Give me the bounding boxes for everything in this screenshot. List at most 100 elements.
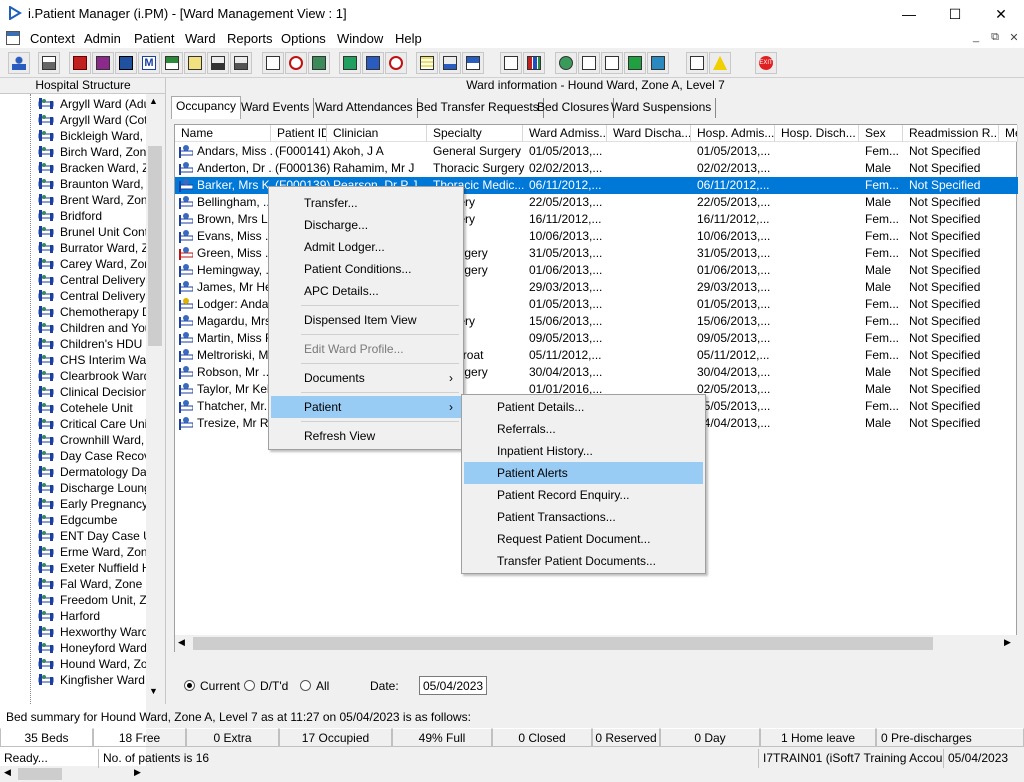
book-button[interactable] [69, 52, 91, 74]
ward-tree-item[interactable]: Central Delivery S [38, 272, 146, 288]
ward-tree-item[interactable]: Honeyford Ward, [38, 640, 146, 656]
column-hosp-admission[interactable]: Hosp. Admis... [691, 125, 775, 142]
menu-item-documents[interactable]: Documents › [271, 367, 461, 389]
documents-button[interactable] [362, 52, 384, 74]
column-hosp-discharge[interactable]: Hosp. Disch... [775, 125, 859, 142]
column-sex[interactable]: Sex [859, 125, 903, 142]
ward-tree-item[interactable]: Birch Ward, Zone [38, 144, 146, 160]
exit-button[interactable]: EXIT [755, 52, 777, 74]
ward-tree-item[interactable]: Clinical Decision U [38, 384, 146, 400]
ward-tree-item[interactable]: Braunton Ward, Z [38, 176, 146, 192]
check-form-button[interactable] [578, 52, 600, 74]
verify-button[interactable] [601, 52, 623, 74]
tab-bed-transfer-requests[interactable]: Bed Transfer Requests [412, 98, 544, 118]
menu-window[interactable]: Window [337, 31, 383, 46]
warning-button[interactable] [709, 52, 731, 74]
ward-tree-item[interactable]: Bracken Ward, Z [38, 160, 146, 176]
ward-tree-item[interactable]: Fal Ward, Zone E [38, 576, 146, 592]
column-ward-admission[interactable]: Ward Admiss... [523, 125, 607, 142]
ward-tree-item[interactable]: Bickleigh Ward, Z [38, 128, 146, 144]
column-more[interactable]: Me [999, 125, 1018, 142]
table-row[interactable]: Andars, Miss ... (F000141) Akoh, J A Genera… [175, 143, 1018, 160]
clock-button[interactable] [285, 52, 307, 74]
menu-options[interactable]: Options [281, 31, 326, 46]
bed-patient-button[interactable] [462, 52, 484, 74]
menu-admin[interactable]: Admin [84, 31, 121, 46]
ward-tree-item[interactable]: CHS Interim Ward [38, 352, 146, 368]
records-button[interactable] [92, 52, 114, 74]
mdi-close-button[interactable]: ✕ [1006, 31, 1022, 45]
bed-button[interactable] [439, 52, 461, 74]
ward-tree-item[interactable]: Hound Ward, Zon [38, 656, 146, 672]
current-radio[interactable] [184, 680, 195, 691]
tab-ward-suspensions[interactable]: Ward Suspensions [607, 98, 717, 118]
scroll-thumb[interactable] [193, 637, 933, 650]
menu-ward[interactable]: Ward [185, 31, 216, 46]
swap-button[interactable] [686, 52, 708, 74]
clinician-button[interactable] [161, 52, 183, 74]
ward-tree-item[interactable]: ENT Day Case U [38, 528, 146, 544]
ward-tree-item[interactable]: Bridford [38, 208, 146, 224]
ward-tree-item[interactable]: Erme Ward, Zone [38, 544, 146, 560]
stats-button[interactable] [523, 52, 545, 74]
tab-ward-events[interactable]: Ward Events [237, 98, 315, 118]
ward-tree-item[interactable]: Dermatology Day [38, 464, 146, 480]
ward-tree-item[interactable]: Day Case Recov [38, 448, 146, 464]
notes-button[interactable] [184, 52, 206, 74]
list-button[interactable] [416, 52, 438, 74]
all-radio[interactable] [300, 680, 311, 691]
view-button[interactable] [115, 52, 137, 74]
ward-tree-item[interactable]: Clearbrook Ward, [38, 368, 146, 384]
ward-tree-item[interactable]: Argyll Ward (Adul [38, 96, 146, 112]
ward-tree-item[interactable]: Critical Care Unit [38, 416, 146, 432]
ward-tree-item[interactable]: Discharge Loung [38, 480, 146, 496]
mdi-child-icon[interactable] [6, 31, 20, 45]
ward-tree[interactable]: Argyll Ward (Adul Argyll Ward (Cots Bickle… [0, 94, 146, 766]
scroll-thumb[interactable] [148, 146, 162, 346]
ward-tree-item[interactable]: Brent Ward, Zone [38, 192, 146, 208]
menu-item-discharge[interactable]: Discharge... [271, 214, 461, 236]
submenu-item-patient-details[interactable]: Patient Details... [464, 396, 703, 418]
ward-tree-item[interactable]: Central Delivery S [38, 288, 146, 304]
submenu-item-patient-alerts[interactable]: Patient Alerts [464, 462, 703, 484]
table-row[interactable]: Anderton, Dr ... (F000136) Rahamim, Mr J Th… [175, 160, 1018, 177]
dtd-radio[interactable] [244, 680, 255, 691]
submenu-item-patient-transactions[interactable]: Patient Transactions... [464, 506, 703, 528]
tab-ward-attendances[interactable]: Ward Attendances [311, 98, 418, 118]
scissors-button[interactable] [262, 52, 284, 74]
menu-item-refresh-view[interactable]: Refresh View [271, 425, 461, 447]
monitor-button[interactable] [308, 52, 330, 74]
column-readmission[interactable]: Readmission R... [903, 125, 999, 142]
minimize-button[interactable]: — [886, 0, 932, 28]
grid-horizontal-scrollbar[interactable]: ◀ ▶ [175, 635, 1018, 652]
menu-item-admit-lodger[interactable]: Admit Lodger... [271, 236, 461, 258]
menu-item-dispensed-item-view[interactable]: Dispensed Item View [271, 309, 461, 331]
scroll-thumb[interactable] [18, 768, 62, 780]
column-clinician[interactable]: Clinician [327, 125, 427, 142]
ward-tree-item[interactable]: Brunel Unit Contin [38, 224, 146, 240]
ward-tree-item[interactable]: Exeter Nuffield He [38, 560, 146, 576]
print-button[interactable] [38, 52, 60, 74]
sync-button[interactable] [647, 52, 669, 74]
menu-item-patient-conditions[interactable]: Patient Conditions... [271, 258, 461, 280]
messages-button[interactable]: M [138, 52, 160, 74]
globe-button[interactable] [555, 52, 577, 74]
submenu-item-patient-record-enquiry[interactable]: Patient Record Enquiry... [464, 484, 703, 506]
tree-horizontal-scrollbar[interactable]: ◀ ▶ [0, 766, 146, 782]
column-patient-id[interactable]: Patient ID [271, 125, 327, 142]
menu-item-transfer[interactable]: Transfer... [271, 192, 461, 214]
submenu-item-inpatient-history[interactable]: Inpatient History... [464, 440, 703, 462]
ward-tree-item[interactable]: Chemotherapy Da [38, 304, 146, 320]
ward-tree-item[interactable]: Hexworthy Ward, [38, 624, 146, 640]
menu-reports[interactable]: Reports [227, 31, 273, 46]
tab-bed-closures[interactable]: Bed Closures [533, 98, 615, 118]
close-button[interactable]: ✕ [978, 0, 1024, 28]
download-button[interactable] [624, 52, 646, 74]
column-ward-discharge[interactable]: Ward Discha... [607, 125, 691, 142]
transport-button[interactable] [230, 52, 252, 74]
ward-tree-item[interactable]: Harford [38, 608, 146, 624]
menu-patient[interactable]: Patient [134, 31, 174, 46]
maximize-button[interactable]: ☐ [932, 0, 978, 28]
column-name[interactable]: Name [175, 125, 271, 142]
ward-tree-item[interactable]: Children's HDU (M [38, 336, 146, 352]
